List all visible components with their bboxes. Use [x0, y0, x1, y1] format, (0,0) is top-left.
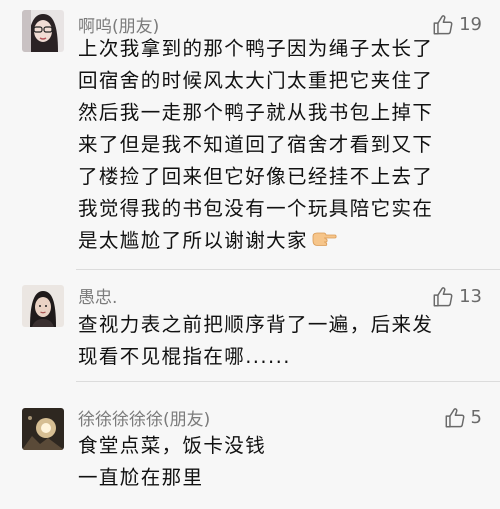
comment-line: 回宿舍的时候风太大门太重把它夹住了	[78, 69, 434, 92]
like-button[interactable]: 13	[432, 286, 482, 308]
thumbs-up-icon	[432, 286, 454, 308]
like-button[interactable]: 19	[432, 14, 482, 36]
comment-line: 上次我拿到的那个鸭子因为绳子太长了	[78, 37, 434, 60]
comment-item: 愚忠. 13 查视力表之前把顺序背了一遍，后来发 现看不见棍指在哪......	[0, 270, 500, 382]
comment-line: 食堂点菜，饭卡没钱	[78, 434, 267, 457]
avatar[interactable]	[22, 285, 64, 327]
commenter-name[interactable]: 愚忠.	[78, 288, 117, 308]
comment-line: 我觉得我的书包没有一个玩具陪它实在	[78, 197, 434, 220]
comment-line: 了楼捡了回来但它好像已经挂不上去了	[78, 165, 434, 188]
commenter-name[interactable]: 徐徐徐徐徐(朋友)	[78, 410, 210, 430]
comment-item: 啊呜(朋友) 19 上次我拿到的那个鸭子因为绳子太长了 回宿舍的时候风太大门太重…	[0, 0, 500, 270]
comment-line: 是太尴尬了所以谢谢大家	[78, 229, 308, 252]
pointing-hand-emoji	[311, 226, 337, 258]
comment-line: 查视力表之前把顺序背了一遍，后来发	[78, 313, 434, 336]
thumbs-up-icon	[444, 407, 466, 429]
avatar[interactable]	[22, 10, 64, 52]
comment-line: 一直尬在那里	[78, 466, 204, 489]
thumbs-up-icon	[432, 14, 454, 36]
comment-line: 然后我一走那个鸭子就从我书包上掉下	[78, 101, 434, 124]
comment-line-last: 是太尴尬了所以谢谢大家	[78, 225, 433, 258]
comment-text: 食堂点菜，饭卡没钱 一直尬在那里	[78, 430, 266, 494]
like-count: 19	[459, 14, 482, 35]
like-count: 5	[470, 407, 482, 428]
avatar[interactable]	[22, 408, 64, 450]
like-count: 13	[459, 286, 482, 307]
comment-line: 现看不见棍指在哪......	[78, 345, 291, 368]
comment-text: 查视力表之前把顺序背了一遍，后来发 现看不见棍指在哪......	[78, 309, 433, 373]
like-button[interactable]: 5	[444, 407, 482, 429]
comment-text: 上次我拿到的那个鸭子因为绳子太长了 回宿舍的时候风太大门太重把它夹住了 然后我一…	[78, 33, 433, 258]
comment-line: 来了但是我不知道回了宿舍才看到又下	[78, 133, 434, 156]
comment-item: 徐徐徐徐徐(朋友) 5 食堂点菜，饭卡没钱 一直尬在那里	[0, 382, 500, 509]
